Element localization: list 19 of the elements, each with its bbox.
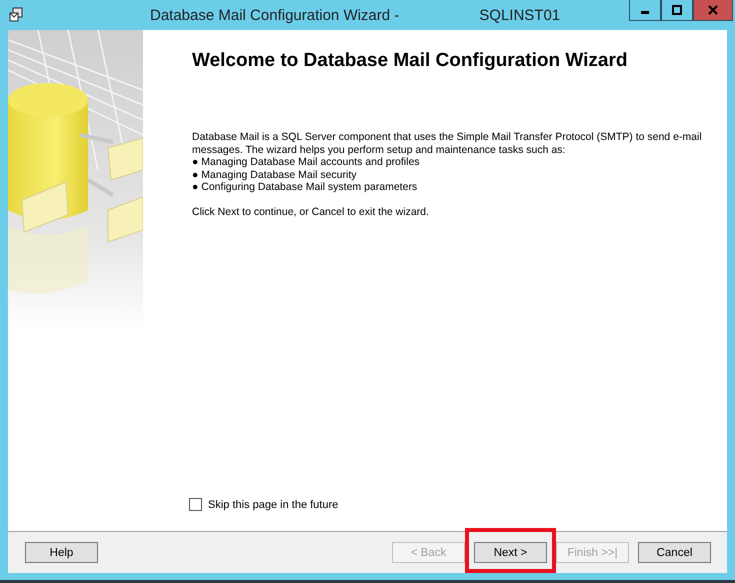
skip-checkbox[interactable] [189, 498, 202, 511]
wizard-button[interactable]: Next > [474, 542, 547, 563]
close-button[interactable] [693, 0, 733, 21]
minimize-button[interactable] [629, 0, 661, 21]
instance-name: SQLINST01 [479, 6, 560, 24]
page-heading: Welcome to Database Mail Configuration Wizard [192, 50, 628, 72]
instruction-text: Click Next to continue, or Cancel to exit the wizard. [192, 206, 430, 218]
checkbox-label: Skip this page in the future [208, 498, 338, 510]
task-list-item: ● Managing Database Mail security [192, 168, 358, 181]
maximize-icon [671, 4, 683, 16]
wizard-button[interactable]: Help [25, 542, 98, 563]
app-icon [8, 7, 24, 23]
close-icon [707, 4, 719, 16]
wizard-button[interactable]: Cancel [638, 542, 711, 563]
task-list-item: ● Configuring Database Mail system parameters [192, 181, 418, 194]
window-title: Database Mail Configuration Wizard - [150, 6, 400, 24]
intro-paragraph: Database Mail is a SQL Server component that uses the Simple Mail Transfer Protocol (SMTP) to send e-mail messages. The wizard helps you perform setup and maintenance tasks such as: [192, 131, 703, 156]
task-list-item: ● Managing Database Mail accounts and profiles [192, 156, 421, 168]
maximize-button[interactable] [661, 0, 693, 21]
